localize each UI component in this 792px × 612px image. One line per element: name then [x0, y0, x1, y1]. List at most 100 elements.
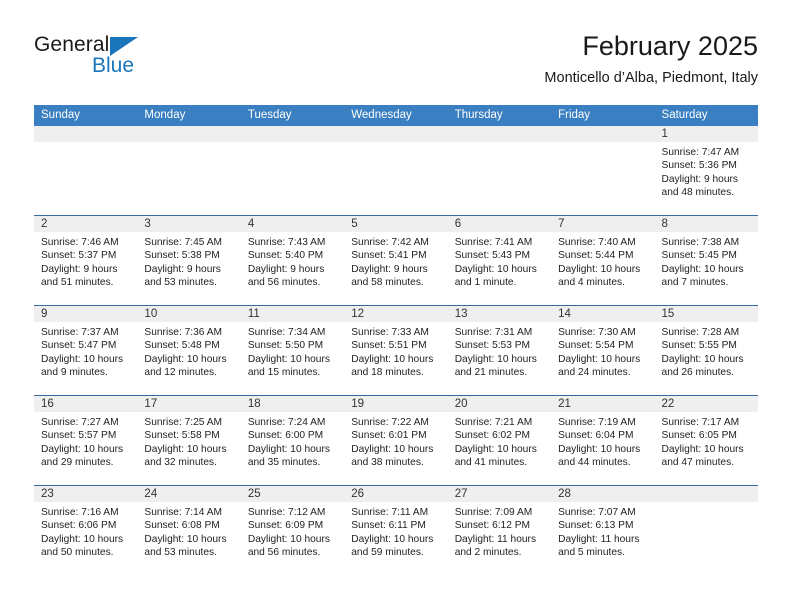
- day-number-band: [137, 126, 241, 142]
- calendar-page: General Blue February 2025 Monticello d’…: [0, 0, 792, 612]
- day-details: Sunrise: 7:42 AM Sunset: 5:41 PM Daylight:…: [344, 232, 447, 290]
- day-detail-line: Sunrise: 7:41 AM: [454, 237, 533, 248]
- day-detail-line: Sunrise: 7:42 AM: [351, 237, 429, 248]
- logo-text-general: General: [34, 33, 110, 56]
- day-cell[interactable]: 7 Sunrise: 7:40 AM Sunset: 5:44 PM Daylight…: [551, 216, 655, 305]
- day-details: [655, 502, 758, 506]
- day-number-band: [34, 126, 138, 142]
- day-cell[interactable]: 2 Sunrise: 7:46 AM Sunset: 5:37 PM Daylight…: [34, 216, 138, 305]
- page-subtitle: Monticello d’Alba, Piedmont, Italy: [544, 70, 758, 86]
- day-detail-line: and 1 minute.: [454, 277, 517, 289]
- day-cell[interactable]: 22 Sunrise: 7:17 AM Sunset: 6:05 PM Dayligh…: [654, 396, 758, 485]
- day-detail-line: Sunrise: 7:17 AM: [661, 417, 740, 428]
- day-detail-line: Daylight: 10 hours: [247, 353, 330, 365]
- day-detail-line: Sunrise: 7:24 AM: [247, 417, 326, 428]
- day-number: 23: [41, 488, 54, 500]
- day-number-band: 25: [240, 486, 345, 502]
- day-detail-line: Sunset: 5:48 PM: [144, 340, 220, 352]
- day-detail-line: and 4 minutes.: [558, 277, 625, 289]
- day-number-band: 15: [654, 306, 758, 322]
- day-cell[interactable]: 11 Sunrise: 7:34 AM Sunset: 5:50 PM Dayligh…: [240, 306, 345, 395]
- day-number: 21: [558, 398, 571, 410]
- day-detail-line: and 15 minutes.: [247, 367, 321, 379]
- day-number: 26: [351, 488, 365, 500]
- calendar-week-row: 16 Sunrise: 7:27 AM Sunset: 5:57 PM Dayligh…: [34, 395, 758, 485]
- day-detail-line: Sunrise: 7:40 AM: [558, 237, 636, 248]
- day-details: Sunrise: 7:34 AM Sunset: 5:50 PM Daylight:…: [241, 322, 344, 380]
- day-detail-line: Sunset: 6:11 PM: [351, 520, 426, 532]
- day-cell[interactable]: 10 Sunrise: 7:36 AM Sunset: 5:48 PM Dayligh…: [137, 306, 241, 395]
- day-details: [241, 142, 344, 146]
- day-cell[interactable]: 13 Sunrise: 7:31 AM Sunset: 5:53 PM Dayligh…: [447, 306, 552, 395]
- day-cell[interactable]: 9 Sunrise: 7:37 AM Sunset: 5:47 PM Daylight…: [34, 306, 138, 395]
- day-cell[interactable]: 8 Sunrise: 7:38 AM Sunset: 5:45 PM Daylight…: [654, 216, 758, 305]
- day-cell[interactable]: 18 Sunrise: 7:24 AM Sunset: 6:00 PM Dayligh…: [240, 396, 345, 485]
- weekday-header-sunday: Sunday: [41, 109, 81, 121]
- day-detail-line: Sunrise: 7:45 AM: [144, 237, 223, 248]
- day-number: 5: [351, 218, 358, 230]
- day-detail-line: and 47 minutes.: [661, 457, 735, 469]
- day-detail-line: and 38 minutes.: [351, 457, 424, 469]
- general-blue-logo[interactable]: General Blue: [34, 34, 234, 90]
- day-detail-line: Sunrise: 7:21 AM: [454, 417, 533, 428]
- day-cell[interactable]: 6 Sunrise: 7:41 AM Sunset: 5:43 PM Daylight…: [447, 216, 552, 305]
- day-detail-line: Daylight: 10 hours: [351, 533, 434, 545]
- day-number: 11: [247, 308, 260, 320]
- day-cell[interactable]: 4 Sunrise: 7:43 AM Sunset: 5:40 PM Daylight…: [240, 216, 345, 305]
- day-cell[interactable]: 14 Sunrise: 7:30 AM Sunset: 5:54 PM Dayligh…: [551, 306, 655, 395]
- day-number: 1: [661, 128, 668, 140]
- day-detail-line: and 9 minutes.: [41, 367, 108, 379]
- day-cell[interactable]: 24 Sunrise: 7:14 AM Sunset: 6:08 PM Dayligh…: [137, 486, 241, 575]
- day-number-band: 6: [447, 216, 552, 232]
- day-details: Sunrise: 7:46 AM Sunset: 5:37 PM Daylight:…: [34, 232, 137, 290]
- day-cell[interactable]: 16 Sunrise: 7:27 AM Sunset: 5:57 PM Dayligh…: [34, 396, 138, 485]
- day-cell[interactable]: 17 Sunrise: 7:25 AM Sunset: 5:58 PM Dayligh…: [137, 396, 241, 485]
- day-cell[interactable]: 1 Sunrise: 7:47 AM Sunset: 5:36 PM Daylight…: [654, 126, 758, 215]
- day-cell[interactable]: 12 Sunrise: 7:33 AM Sunset: 5:51 PM Dayligh…: [344, 306, 448, 395]
- day-detail-line: Daylight: 10 hours: [661, 443, 744, 455]
- day-cell[interactable]: 5 Sunrise: 7:42 AM Sunset: 5:41 PM Daylight…: [344, 216, 448, 305]
- day-detail-line: Daylight: 11 hours: [454, 533, 537, 545]
- day-cell[interactable]: 25 Sunrise: 7:12 AM Sunset: 6:09 PM Dayligh…: [240, 486, 345, 575]
- day-cell[interactable]: 3 Sunrise: 7:45 AM Sunset: 5:38 PM Daylight…: [137, 216, 241, 305]
- day-cell-empty: [34, 126, 138, 215]
- day-number: 4: [247, 218, 255, 230]
- day-number-band: 16: [34, 396, 138, 412]
- calendar-week-row: 1 Sunrise: 7:47 AM Sunset: 5:36 PM Daylight…: [34, 126, 758, 215]
- weekday-header-tuesday: Tuesday: [247, 109, 292, 121]
- day-detail-line: Sunrise: 7:14 AM: [144, 507, 223, 518]
- day-number: 15: [661, 308, 675, 320]
- day-detail-line: Sunrise: 7:33 AM: [351, 327, 429, 338]
- day-cell[interactable]: 20 Sunrise: 7:21 AM Sunset: 6:02 PM Dayligh…: [447, 396, 552, 485]
- day-number-band: 28: [551, 486, 655, 502]
- day-cell[interactable]: 26 Sunrise: 7:11 AM Sunset: 6:11 PM Dayligh…: [344, 486, 448, 575]
- day-detail-line: and 24 minutes.: [558, 367, 631, 379]
- day-number-band: 22: [654, 396, 758, 412]
- day-cell[interactable]: 15 Sunrise: 7:28 AM Sunset: 5:55 PM Dayligh…: [654, 306, 758, 395]
- day-detail-line: and 58 minutes.: [351, 277, 424, 289]
- day-details: Sunrise: 7:25 AM Sunset: 5:58 PM Daylight:…: [137, 412, 240, 470]
- day-details: Sunrise: 7:31 AM Sunset: 5:53 PM Daylight:…: [448, 322, 551, 380]
- day-detail-line: Sunrise: 7:38 AM: [661, 237, 740, 248]
- day-number: 9: [41, 308, 48, 320]
- weekday-header-saturday: Saturday: [661, 109, 708, 121]
- day-detail-line: Daylight: 9 hours: [661, 173, 738, 185]
- day-detail-line: Sunrise: 7:16 AM: [41, 507, 119, 518]
- day-number-band: [240, 126, 345, 142]
- day-number: 2: [41, 218, 48, 230]
- day-cell[interactable]: 19 Sunrise: 7:22 AM Sunset: 6:01 PM Dayligh…: [344, 396, 448, 485]
- day-details: Sunrise: 7:16 AM Sunset: 6:06 PM Daylight:…: [34, 502, 137, 560]
- day-details: [551, 142, 654, 146]
- day-detail-line: Daylight: 11 hours: [558, 533, 640, 545]
- day-detail-line: and 35 minutes.: [247, 457, 321, 469]
- day-number: 3: [144, 218, 151, 230]
- day-number-band: 10: [137, 306, 241, 322]
- day-cell[interactable]: 28 Sunrise: 7:07 AM Sunset: 6:13 PM Dayligh…: [551, 486, 655, 575]
- day-cell[interactable]: 27 Sunrise: 7:09 AM Sunset: 6:12 PM Dayligh…: [447, 486, 552, 575]
- day-cell[interactable]: 23 Sunrise: 7:16 AM Sunset: 6:06 PM Dayligh…: [34, 486, 138, 575]
- weekday-header-monday: Monday: [144, 109, 186, 121]
- day-cell[interactable]: 21 Sunrise: 7:19 AM Sunset: 6:04 PM Dayligh…: [551, 396, 655, 485]
- day-detail-line: Sunset: 6:08 PM: [144, 520, 220, 532]
- day-details: Sunrise: 7:30 AM Sunset: 5:54 PM Daylight:…: [551, 322, 654, 380]
- day-detail-line: Daylight: 10 hours: [41, 533, 124, 545]
